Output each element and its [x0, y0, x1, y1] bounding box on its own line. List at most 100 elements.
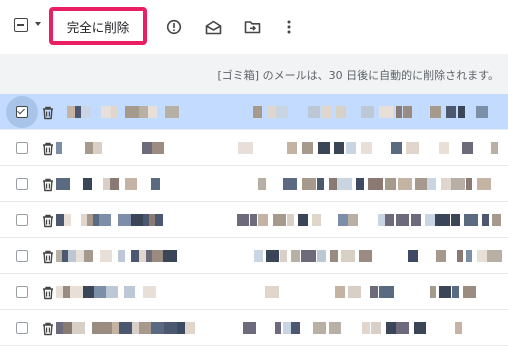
select-menu-caret-icon[interactable] [35, 22, 41, 26]
obscured-subject-block [338, 214, 348, 226]
obscured-sender-block [68, 250, 76, 262]
obscured-subject-block [254, 250, 263, 262]
obscured-subject-block [308, 106, 320, 118]
trash-icon[interactable] [41, 321, 55, 336]
obscured-subject-block [266, 250, 279, 262]
obscured-subject-block [408, 250, 418, 262]
obscured-sender-block [76, 250, 84, 262]
obscured-subject-block [439, 286, 451, 298]
message-row[interactable] [0, 202, 508, 238]
trash-icon[interactable] [41, 141, 55, 156]
obscured-subject-block [396, 106, 402, 118]
row-checkbox[interactable] [16, 214, 28, 226]
message-row[interactable] [0, 310, 508, 346]
obscured-subject-block [287, 214, 294, 226]
obscured-subject-block [379, 286, 394, 298]
message-row[interactable] [0, 238, 508, 274]
row-checkbox[interactable] [16, 250, 28, 262]
obscured-sender-block [67, 106, 75, 118]
obscured-subject-block [452, 286, 459, 298]
obscured-subject-block [348, 214, 358, 226]
message-row[interactable] [0, 274, 508, 310]
obscured-subject-block [329, 178, 337, 190]
obscured-sender-block [110, 178, 119, 190]
row-checkbox[interactable] [16, 142, 28, 154]
obscured-sender-block [63, 286, 70, 298]
message-row[interactable] [0, 94, 508, 130]
obscured-subject-block [250, 214, 257, 226]
obscured-subject-block [487, 250, 502, 262]
trash-info-banner: [ゴミ箱] のメールは、30 日後に自動的に削除されます。 [0, 54, 508, 94]
trash-icon[interactable] [41, 285, 55, 300]
mark-unread-icon[interactable] [202, 16, 224, 38]
obscured-sender-block [100, 322, 112, 334]
obscured-subject-block [341, 250, 355, 262]
obscured-subject-block [435, 214, 450, 226]
obscured-subject-block [451, 214, 460, 226]
obscured-sender-block [165, 106, 179, 118]
trash-icon[interactable] [41, 249, 55, 264]
obscured-sender-block [100, 250, 112, 262]
row-checkbox[interactable] [16, 178, 28, 190]
move-to-icon[interactable] [241, 16, 263, 38]
obscured-sender-block [131, 214, 143, 226]
obscured-subject-block [446, 106, 456, 118]
delete-forever-button[interactable]: 完全に削除 [49, 7, 147, 45]
obscured-subject-block [330, 250, 338, 262]
obscured-sender-block [56, 286, 63, 298]
obscured-sender-block [85, 142, 93, 154]
report-spam-icon[interactable] [163, 16, 185, 38]
trash-icon[interactable] [41, 105, 55, 120]
obscured-subject-block [466, 178, 472, 190]
select-all-checkbox-icon[interactable] [14, 18, 28, 32]
obscured-sender-block [63, 322, 72, 334]
obscured-subject-block [411, 214, 421, 226]
message-row[interactable] [0, 166, 508, 202]
message-row[interactable] [0, 130, 508, 166]
more-options-icon[interactable] [278, 16, 300, 38]
obscured-sender-block [119, 322, 132, 334]
obscured-sender-block [155, 214, 163, 226]
obscured-sender-block [164, 322, 177, 334]
obscured-subject-block [336, 106, 346, 118]
obscured-subject-block [368, 178, 383, 190]
trash-icon[interactable] [41, 213, 55, 228]
obscured-subject-block [436, 250, 446, 262]
obscured-sender-block [112, 322, 119, 334]
toolbar: 完全に削除 [0, 0, 508, 52]
obscured-sender-block [139, 106, 148, 118]
obscured-sender-block [152, 250, 163, 262]
obscured-subject-block [491, 142, 498, 154]
obscured-sender-block [93, 142, 102, 154]
obscured-subject-block [482, 214, 489, 226]
obscured-subject-block [415, 178, 427, 190]
obscured-subject-block [279, 214, 286, 226]
trash-icon[interactable] [41, 177, 55, 192]
row-checkbox[interactable] [16, 106, 28, 118]
obscured-sender-block [142, 142, 152, 154]
obscured-subject-block [356, 178, 364, 190]
obscured-subject-block [302, 142, 313, 154]
obscured-subject-block [258, 178, 266, 190]
obscured-subject-block [283, 322, 291, 334]
obscured-sender-block [148, 106, 157, 118]
obscured-subject-block [439, 142, 449, 154]
obscured-subject-block [298, 214, 308, 226]
obscured-subject-block [361, 142, 372, 154]
obscured-subject-block [403, 106, 412, 118]
obscured-subject-block [379, 106, 393, 118]
obscured-subject-block [283, 178, 297, 190]
obscured-subject-block [301, 250, 316, 262]
obscured-sender-block [118, 250, 125, 262]
obscured-sender-block [70, 286, 83, 298]
row-checkbox[interactable] [16, 286, 28, 298]
obscured-subject-block [243, 322, 256, 334]
row-checkbox[interactable] [16, 322, 28, 334]
obscured-subject-block [237, 214, 249, 226]
obscured-sender-block [101, 106, 111, 118]
obscured-subject-block [455, 322, 462, 334]
obscured-subject-block [457, 250, 463, 262]
obscured-sender-block [151, 178, 160, 190]
obscured-sender-block [125, 106, 139, 118]
obscured-subject-block [430, 106, 441, 118]
